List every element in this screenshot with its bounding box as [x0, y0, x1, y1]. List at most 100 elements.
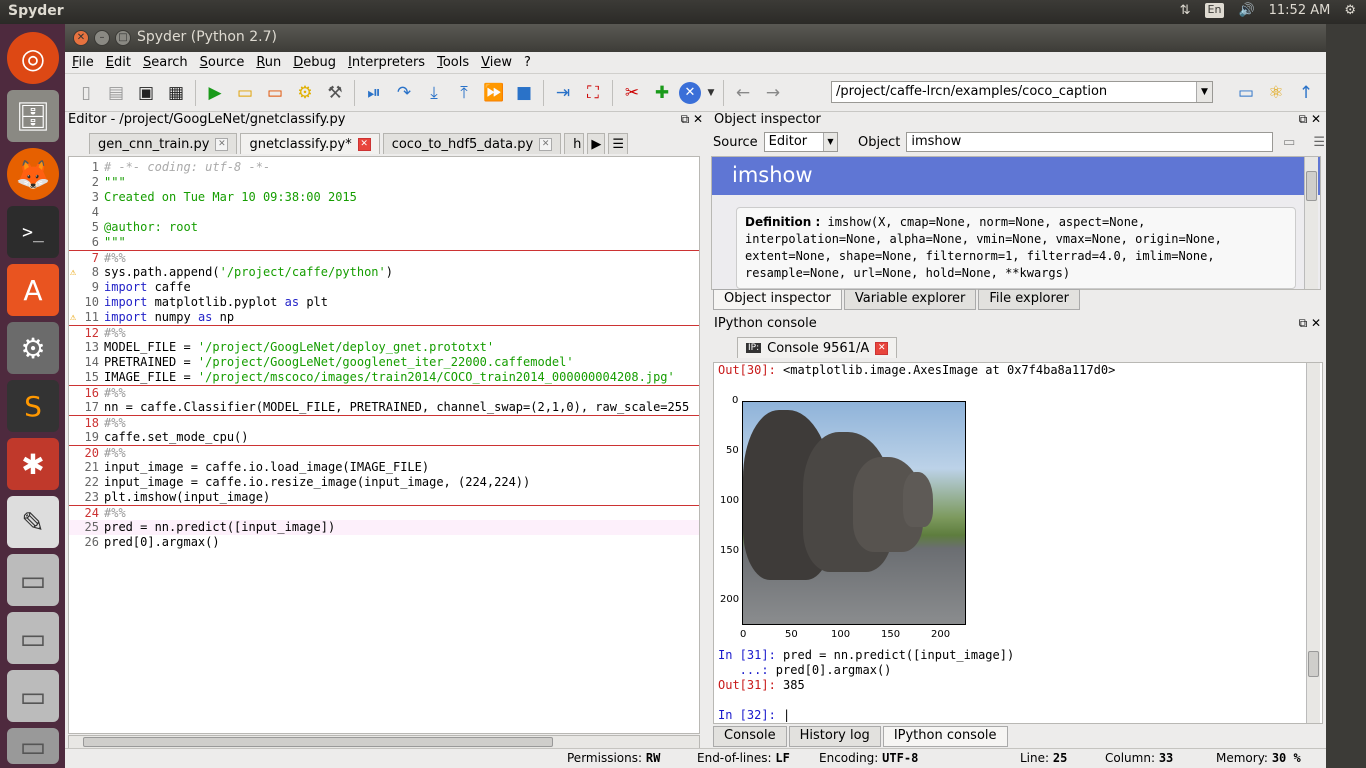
back-arrow-icon[interactable]: ← [730, 80, 756, 106]
working-directory-combo[interactable]: /project/caffe-lrcn/examples/coco_captio… [831, 81, 1213, 103]
menu-tools[interactable]: Tools [436, 55, 470, 70]
tab-file-explorer[interactable]: File explorer [978, 289, 1080, 310]
browse-folder-icon[interactable]: ▭ [1233, 80, 1259, 106]
drive-icon[interactable]: ▭ [7, 670, 59, 722]
forward-arrow-icon[interactable]: → [760, 80, 786, 106]
tab-variable-explorer[interactable]: Variable explorer [843, 289, 977, 310]
code-line[interactable]: 16 #%% [69, 385, 699, 400]
python-icon[interactable]: ⚛ [1263, 80, 1289, 106]
code-line[interactable]: 10 import matplotlib.pyplot as plt [69, 295, 699, 310]
code-line[interactable]: 1 # -*- coding: utf-8 -*- [69, 160, 699, 175]
tab-scroll-right-icon[interactable]: ▶ [587, 133, 606, 154]
up-arrow-icon[interactable]: ↑ [1293, 80, 1319, 106]
code-line[interactable]: 7 #%% [69, 250, 699, 265]
code-line[interactable]: 8 sys.path.append('/project/caffe/python'… [69, 265, 699, 280]
tab-coco-to-hdf5[interactable]: coco_to_hdf5_data.py ✕ [382, 133, 562, 154]
tab-overflow[interactable]: h [564, 133, 585, 154]
run-again-icon[interactable]: ▭ [262, 80, 288, 106]
run-selection-icon[interactable]: ⚙ [292, 80, 318, 106]
step-return-icon[interactable]: ⤒ [451, 80, 477, 106]
code-line[interactable]: 22 input_image = caffe.io.resize_image(in… [69, 475, 699, 490]
ubuntu-dash-icon[interactable]: ◎ [7, 32, 59, 84]
maximize-pane-icon[interactable]: ⇥ [550, 80, 576, 106]
step-into-icon[interactable]: ⤓ [421, 80, 447, 106]
open-file-icon[interactable]: ▤ [103, 80, 129, 106]
save-icon[interactable]: ▣ [133, 80, 159, 106]
code-line[interactable]: 17 nn = caffe.Classifier(MODEL_FILE, PRET… [69, 400, 699, 415]
sublime-text-icon[interactable]: S [7, 380, 59, 432]
close-tab-icon[interactable]: ✕ [539, 137, 553, 151]
debug-icon[interactable]: ⏯ [361, 80, 387, 106]
code-line[interactable]: 21 input_image = caffe.io.load_image(IMAG… [69, 460, 699, 475]
lock-icon[interactable]: ▭ [1283, 135, 1295, 150]
code-line[interactable]: 18 #%% [69, 415, 699, 430]
text-editor-icon[interactable]: ✎ [7, 496, 59, 548]
warning-icon[interactable]: ⚠ [70, 265, 76, 280]
code-line[interactable]: 23 plt.imshow(input_image) [69, 490, 699, 505]
stop-debug-icon[interactable]: ■ [511, 80, 537, 106]
menu-source[interactable]: Source [199, 55, 246, 70]
code-line[interactable]: 24 #%% [69, 505, 699, 520]
tab-console-9561[interactable]: IP: Console 9561/A ✕ [737, 337, 898, 358]
x-clear-icon[interactable]: ✕ [679, 81, 701, 104]
clock[interactable]: 11:52 AM [1269, 3, 1331, 18]
code-line[interactable]: 25 pred = nn.predict([input_image]) [69, 520, 699, 535]
menu-debug[interactable]: Debug [292, 55, 337, 70]
pane-controls[interactable]: ⧉ ✕ [1299, 316, 1321, 331]
code-line[interactable]: 5 @author: root [69, 220, 699, 235]
new-file-icon[interactable]: ▯ [73, 80, 99, 106]
options-icon[interactable]: ☰ [1313, 135, 1325, 150]
pane-controls[interactable]: ⧉ ✕ [1299, 112, 1321, 127]
code-line[interactable]: 20 #%% [69, 445, 699, 460]
continue-icon[interactable]: ⏩ [481, 80, 507, 106]
keyboard-layout-indicator[interactable]: En [1204, 3, 1225, 18]
chevron-down-icon[interactable]: ▼ [705, 80, 717, 106]
settings-gear-icon[interactable]: ⚙ [1344, 3, 1356, 18]
close-tab-icon[interactable]: ✕ [875, 341, 889, 355]
trash-icon[interactable]: ▭ [7, 728, 59, 764]
code-line[interactable]: 14 PRETRAINED = '/project/GoogLeNet/googl… [69, 355, 699, 370]
python-path-icon[interactable]: ✚ [649, 80, 675, 106]
tab-ipython-console[interactable]: IPython console [882, 726, 1008, 747]
network-icon[interactable]: ⇅ [1180, 3, 1191, 18]
tab-history-log[interactable]: History log [788, 726, 881, 747]
system-settings-icon[interactable]: ⚙ [7, 322, 59, 374]
firefox-icon[interactable]: 🦊 [7, 148, 59, 200]
step-icon[interactable]: ↷ [391, 80, 417, 106]
code-line[interactable]: 6 """ [69, 235, 699, 250]
warning-icon[interactable]: ⚠ [70, 310, 76, 325]
code-line[interactable]: 4 [69, 205, 699, 220]
code-editor[interactable]: 1 # -*- coding: utf-8 -*- 2 """ 3 Created on … [68, 156, 700, 734]
software-center-icon[interactable]: A [7, 264, 59, 316]
code-line[interactable]: 19 caffe.set_mode_cpu() [69, 430, 699, 445]
tools-icon[interactable]: ✂ [619, 80, 645, 106]
code-line[interactable]: 15 IMAGE_FILE = '/project/mscoco/images/t… [69, 370, 699, 385]
spyder-icon[interactable]: ✱ [7, 438, 59, 490]
object-input[interactable]: imshow [906, 132, 1274, 152]
close-tab-icon[interactable]: ✕ [357, 137, 371, 151]
code-line[interactable]: 11 import numpy as np ⚠ [69, 310, 699, 325]
terminal-icon[interactable]: >_ [7, 206, 59, 258]
save-all-icon[interactable]: ▦ [163, 80, 189, 106]
chevron-down-icon[interactable]: ▼ [1196, 82, 1212, 102]
tab-object-inspector[interactable]: Object inspector [713, 289, 842, 310]
console-scrollbar[interactable] [1306, 363, 1320, 723]
maximize-window-button[interactable]: □ [115, 30, 131, 46]
volume-icon[interactable]: 🔊 [1238, 3, 1254, 18]
tab-console[interactable]: Console [713, 726, 787, 747]
fullscreen-icon[interactable]: ⛶ [580, 80, 606, 106]
minimize-window-button[interactable]: – [94, 30, 110, 46]
menu-edit[interactable]: Edit [105, 55, 132, 70]
code-line[interactable]: 26 pred[0].argmax() [69, 535, 699, 550]
code-line[interactable]: 3 Created on Tue Mar 10 09:38:00 2015 [69, 190, 699, 205]
run-config-icon[interactable]: ▭ [232, 80, 258, 106]
code-line[interactable]: 2 """ [69, 175, 699, 190]
files-icon[interactable]: 🗄 [7, 90, 59, 142]
close-window-button[interactable]: ✕ [73, 30, 89, 46]
menu-file[interactable]: File [71, 55, 95, 70]
menu-interpreters[interactable]: Interpreters [347, 55, 426, 70]
drive-icon[interactable]: ▭ [7, 612, 59, 664]
close-tab-icon[interactable]: ✕ [215, 137, 229, 151]
code-line[interactable]: 9 import caffe [69, 280, 699, 295]
menu-search[interactable]: Search [142, 55, 189, 70]
